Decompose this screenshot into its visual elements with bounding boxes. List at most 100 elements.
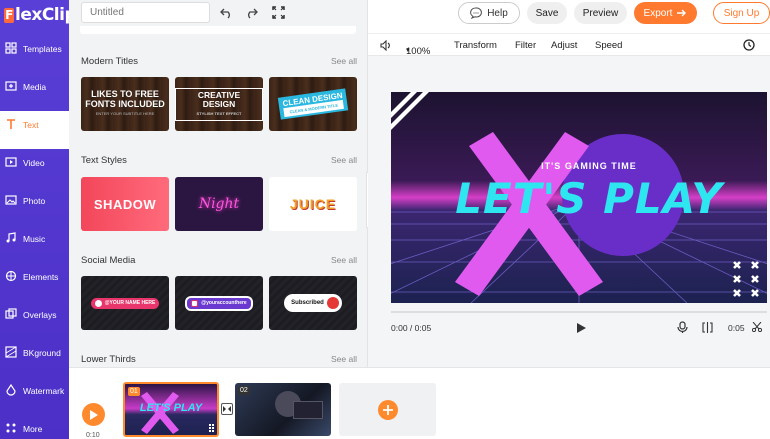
preview-button[interactable]: Preview — [574, 2, 627, 24]
transition-icon — [223, 406, 231, 412]
sidebar-item-video[interactable]: Video — [0, 149, 69, 187]
template-thumb[interactable]: Night — [175, 177, 263, 231]
sidebar-item-label: Photo — [23, 196, 46, 206]
tool-filter[interactable]: Filter — [515, 40, 536, 51]
chevron-down-icon: ▾ — [406, 47, 410, 54]
undo-icon[interactable] — [220, 6, 233, 19]
clip-duration: 0:05 — [728, 323, 745, 333]
sidebar-item-watermark[interactable]: Watermark — [0, 377, 69, 415]
tool-speed[interactable]: Speed — [595, 40, 622, 51]
media-icon — [5, 81, 17, 91]
help-button[interactable]: Help — [458, 2, 520, 24]
sidebar-item-music[interactable]: Music — [0, 225, 69, 263]
watermark-icon — [6, 384, 16, 396]
scissors-icon[interactable] — [752, 322, 762, 332]
timeline-clip[interactable]: 01 LET'S PLAY — [123, 382, 219, 437]
video-stage[interactable]: IT'S GAMING TIME LET'S PLAY — [391, 92, 767, 303]
see-all-link[interactable]: See all — [331, 354, 357, 364]
playback-controls: 0:00 / 0:05 0:05 — [368, 318, 770, 338]
clip-number: 01 — [128, 387, 140, 396]
edit-toolbar: 100% ▾ Transform Filter Adjust Speed — [368, 33, 770, 57]
sidebar-item-label: Text — [23, 120, 39, 130]
stage-subtitle[interactable]: IT'S GAMING TIME — [391, 161, 767, 171]
template-thumb[interactable]: LIKES TO FREE FONTS INCLUDED ENTER YOUR S… — [81, 77, 169, 131]
photo-icon — [5, 195, 17, 205]
video-icon — [5, 157, 17, 167]
signup-button[interactable]: Sign Up — [713, 2, 770, 24]
timeline-clip[interactable]: 02 — [235, 383, 331, 436]
sidebar-item-label: Overlays — [23, 310, 57, 320]
tool-adjust[interactable]: Adjust — [551, 40, 577, 51]
sidebar-item-photo[interactable]: Photo — [0, 187, 69, 225]
fullscreen-icon[interactable] — [272, 6, 285, 19]
sidebar-item-label: Video — [23, 158, 45, 168]
transition-button[interactable] — [221, 403, 233, 415]
music-icon — [6, 232, 16, 243]
time-readout: 0:00 / 0:05 — [391, 323, 432, 333]
see-all-link[interactable]: See all — [331, 155, 357, 165]
sidebar-item-media[interactable]: Media — [0, 73, 69, 111]
clip-monitor-shape — [293, 401, 323, 419]
sidebar-item-label: Watermark — [23, 386, 65, 396]
clip-number: 02 — [238, 386, 250, 395]
stage-title[interactable]: LET'S PLAY — [391, 174, 767, 223]
social-pill: Subscribed — [284, 294, 342, 312]
see-all-link[interactable]: See all — [331, 255, 357, 265]
sidebar-item-label: BKground — [23, 348, 61, 358]
volume-icon[interactable] — [380, 40, 392, 51]
template-thumb[interactable]: CREATIVE DESIGN STYLISH TEXT EFFECT — [175, 77, 263, 131]
clock-icon[interactable] — [743, 39, 755, 51]
more-icon — [6, 423, 16, 433]
sidebar-item-label: Music — [23, 234, 46, 244]
sidebar-item-background[interactable]: BKground — [0, 339, 69, 377]
social-pill: @youraccounthere — [185, 295, 253, 311]
sidebar-item-label: More — [23, 424, 43, 434]
sidebar-item-templates[interactable]: Templates — [0, 35, 69, 73]
project-title-input[interactable] — [81, 2, 210, 23]
template-thumb[interactable]: CLEAN DESIGN CLEAN & MODERN TITLE — [269, 77, 357, 131]
social-pill: @YOUR NAME HERE — [90, 297, 160, 309]
play-icon[interactable] — [575, 322, 587, 334]
section-title: Social Media — [81, 255, 136, 266]
play-icon — [90, 409, 98, 420]
instagram-icon — [191, 299, 199, 307]
template-thumb[interactable]: @YOUR NAME HERE — [81, 276, 169, 330]
export-button[interactable]: Export — [634, 2, 697, 24]
microphone-icon[interactable] — [677, 321, 688, 334]
template-thumb[interactable]: Subscribed — [269, 276, 357, 330]
template-thumb[interactable]: @youraccounthere — [175, 276, 263, 330]
section-title: Lower Thirds — [81, 354, 136, 365]
progress-track[interactable] — [391, 311, 767, 313]
section-title: Modern Titles — [81, 56, 139, 67]
sidebar-item-more[interactable]: More — [0, 415, 69, 439]
sidebar-item-label: Elements — [23, 272, 59, 282]
background-icon — [5, 346, 17, 358]
sidebar-item-text[interactable]: Text — [0, 111, 69, 149]
see-all-link[interactable]: See all — [331, 56, 357, 66]
text-icon — [7, 119, 15, 129]
panel-top-strip — [80, 26, 356, 34]
add-clip-button[interactable] — [339, 383, 436, 436]
elements-icon — [5, 270, 17, 282]
top-toolbar — [368, 0, 770, 33]
sidebar-item-overlays[interactable]: Overlays — [0, 301, 69, 339]
play-all-button[interactable] — [82, 403, 105, 426]
sidebar-item-elements[interactable]: Elements — [0, 263, 69, 301]
sidebar: FlexClip Templates Media Text Video Phot… — [0, 0, 77, 439]
split-icon[interactable] — [702, 322, 713, 333]
tool-transform[interactable]: Transform — [454, 40, 497, 51]
save-button[interactable]: Save — [527, 2, 567, 24]
drag-handle-icon[interactable] — [209, 424, 214, 432]
tiktok-icon — [94, 299, 102, 307]
bell-icon — [326, 297, 339, 309]
sidebar-item-label: Templates — [23, 44, 62, 54]
templates-icon — [5, 42, 17, 54]
redo-icon[interactable] — [245, 6, 258, 19]
section-title: Text Styles — [81, 155, 127, 166]
overlays-icon — [5, 308, 17, 319]
chat-icon — [470, 7, 483, 19]
template-thumb[interactable]: JUICE — [269, 177, 357, 231]
template-thumb[interactable]: SHADOW — [81, 177, 169, 231]
flexclip-logo[interactable]: FlexClip — [4, 5, 77, 25]
clip-title: LET'S PLAY — [139, 402, 203, 414]
